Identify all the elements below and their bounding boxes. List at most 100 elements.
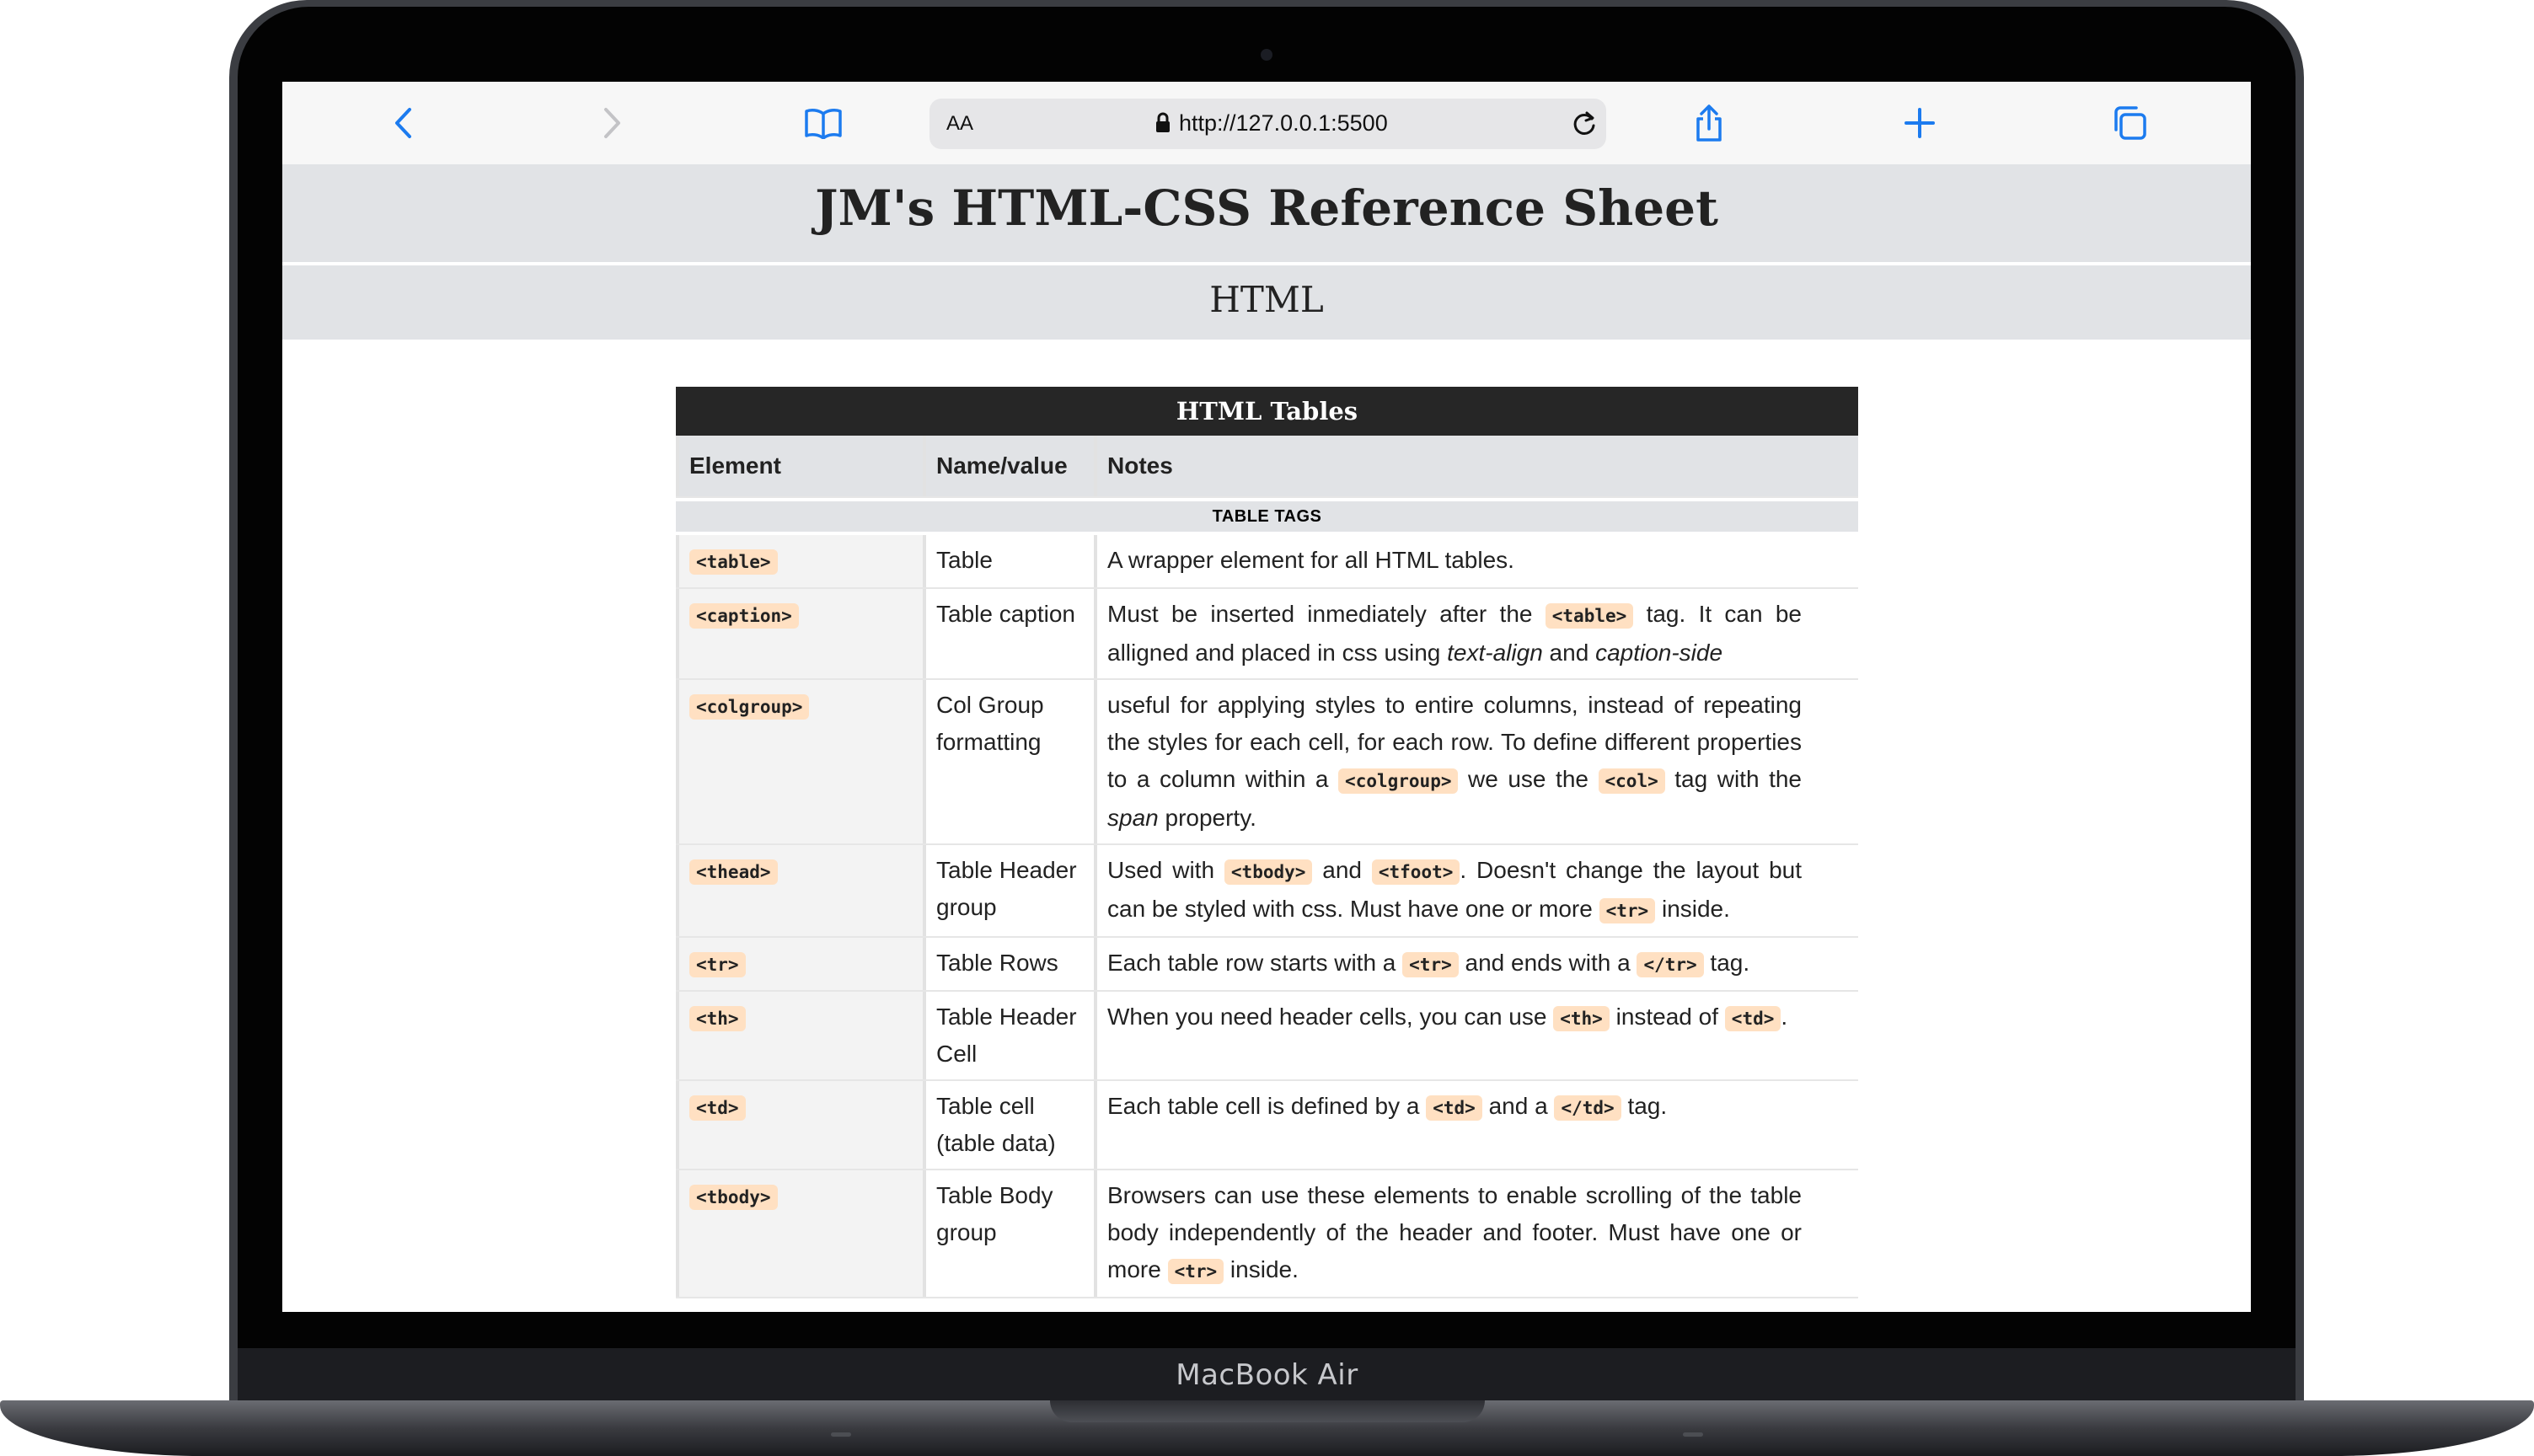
table-header-row: Element Name/value Notes xyxy=(676,436,1858,498)
camera xyxy=(1261,49,1272,61)
inline-code: <col> xyxy=(1598,768,1665,794)
inline-code: </tr> xyxy=(1637,952,1704,977)
notes-text: and xyxy=(1312,857,1372,883)
notes-text: A wrapper element for all HTML tables. xyxy=(1107,547,1514,573)
notes-text: and xyxy=(1542,640,1596,666)
inline-code: </td> xyxy=(1554,1095,1621,1121)
element-cell: <colgroup> xyxy=(676,680,926,843)
notes-cell: When you need header cells, you can use … xyxy=(1097,992,1858,1079)
notes-text: inside. xyxy=(1655,896,1730,922)
notes-cell: Must be inserted inmediately after the <… xyxy=(1097,589,1858,678)
element-cell: <table> xyxy=(676,535,926,587)
notes-cell: Each table cell is defined by a <td> and… xyxy=(1097,1081,1858,1169)
address-bar[interactable]: AA http://127.0.0.1:5500 xyxy=(929,99,1606,149)
table-row: <table> Table A wrapper element for all HT… xyxy=(676,535,1858,589)
notes-text: property. xyxy=(1158,805,1256,831)
emphasis-text: text-align xyxy=(1447,640,1543,666)
section-header: HTML xyxy=(282,265,2251,340)
name-cell: Table xyxy=(926,535,1097,587)
inline-code: <colgroup> xyxy=(1338,768,1459,794)
element-tag: <thead> xyxy=(689,859,778,885)
forward-icon[interactable] xyxy=(592,102,634,144)
reader-options-button[interactable]: AA xyxy=(946,112,973,136)
column-header-notes: Notes xyxy=(1097,436,1858,496)
table-row: <th> Table Header Cell When you need heade… xyxy=(676,992,1858,1081)
new-tab-icon[interactable] xyxy=(1899,102,1941,144)
inline-code: <tr> xyxy=(1599,898,1656,923)
url-text[interactable]: http://127.0.0.1:5500 xyxy=(1179,110,1388,136)
notes-text: When you need header cells, you can use xyxy=(1107,1004,1554,1030)
inline-code: <table> xyxy=(1545,603,1634,629)
notes-text: and ends with a xyxy=(1458,950,1637,976)
element-tag: <tbody> xyxy=(689,1185,778,1210)
name-cell: Table Body group xyxy=(926,1170,1097,1297)
notes-text: tag with the xyxy=(1664,766,1802,792)
hinge-notch xyxy=(1050,1400,1485,1422)
element-tag: <colgroup> xyxy=(689,694,810,720)
element-tag: <tr> xyxy=(689,952,746,977)
notes-text: tag. xyxy=(1703,950,1750,976)
element-cell: <caption> xyxy=(676,589,926,678)
element-cell: <td> xyxy=(676,1081,926,1169)
column-header-name: Name/value xyxy=(926,436,1097,496)
tabs-icon[interactable] xyxy=(2108,102,2151,144)
back-icon[interactable] xyxy=(382,102,424,144)
inline-code: <tr> xyxy=(1167,1259,1224,1284)
notes-text: Each table row starts with a xyxy=(1107,950,1403,976)
name-cell: Table caption xyxy=(926,589,1097,678)
table-caption: HTML Tables xyxy=(676,387,1858,436)
screen: AA http://127.0.0.1:5500 JM's HTML-CSS R… xyxy=(282,82,2251,1312)
table-subheading: TABLE TAGS xyxy=(676,498,1858,535)
emphasis-text: span xyxy=(1107,805,1159,831)
share-icon[interactable] xyxy=(1688,102,1730,144)
notes-text: inside. xyxy=(1224,1256,1299,1282)
notes-text: . xyxy=(1781,1004,1788,1030)
notes-text: and a xyxy=(1481,1093,1555,1119)
column-header-element: Element xyxy=(676,436,926,496)
reload-icon[interactable] xyxy=(1570,110,1599,138)
element-tag: <caption> xyxy=(689,603,799,629)
reference-table: HTML Tables Element Name/value Notes TAB… xyxy=(676,387,1858,1298)
notes-cell: Each table row starts with a <tr> and en… xyxy=(1097,938,1858,990)
table-row: <colgroup> Col Group formatting useful for… xyxy=(676,680,1858,845)
inline-code: <tbody> xyxy=(1224,859,1313,885)
inline-code: <td> xyxy=(1724,1006,1781,1031)
device-label: MacBook Air xyxy=(1176,1358,1358,1392)
base-foot xyxy=(1683,1432,1703,1437)
inline-code: <th> xyxy=(1553,1006,1610,1031)
page-header: JM's HTML-CSS Reference Sheet xyxy=(282,164,2251,265)
table-row: <caption> Table caption Must be inserted i… xyxy=(676,589,1858,680)
emphasis-text: caption-side xyxy=(1595,640,1723,666)
notes-cell: Used with <tbody> and <tfoot>. Doesn't c… xyxy=(1097,845,1858,936)
notes-text: Each table cell is defined by a xyxy=(1107,1093,1427,1119)
notes-text: Must be inserted inmediately after the xyxy=(1107,601,1546,627)
lock-icon xyxy=(1156,112,1170,132)
inline-code: <td> xyxy=(1426,1095,1482,1121)
inline-code: <tfoot> xyxy=(1371,859,1460,885)
section-title: HTML xyxy=(1209,279,1324,320)
notes-text: tag. xyxy=(1621,1093,1668,1119)
element-cell: <tr> xyxy=(676,938,926,990)
notes-text: Used with xyxy=(1107,857,1224,883)
element-tag: <th> xyxy=(689,1006,746,1031)
notes-text: we use the xyxy=(1458,766,1599,792)
element-tag: <table> xyxy=(689,549,778,575)
inline-code: <tr> xyxy=(1402,952,1459,977)
notes-cell: Browsers can use these elements to enabl… xyxy=(1097,1170,1858,1297)
notes-cell: useful for applying styles to entire col… xyxy=(1097,680,1858,843)
name-cell: Table cell (table data) xyxy=(926,1081,1097,1169)
element-tag: <td> xyxy=(689,1095,746,1121)
table-row: <tbody> Table Body group Browsers can use … xyxy=(676,1170,1858,1298)
element-cell: <tbody> xyxy=(676,1170,926,1297)
name-cell: Table Header Cell xyxy=(926,992,1097,1079)
table-body: <table> Table A wrapper element for all HT… xyxy=(676,535,1858,1298)
bookmarks-icon[interactable] xyxy=(802,102,844,144)
base-foot xyxy=(831,1432,851,1437)
table-row: <td> Table cell (table data) Each table ce… xyxy=(676,1081,1858,1170)
notes-text: instead of xyxy=(1609,1004,1725,1030)
table-row: <thead> Table Header group Used with <tbod… xyxy=(676,845,1858,938)
page-title: JM's HTML-CSS Reference Sheet xyxy=(815,179,1718,237)
element-cell: <thead> xyxy=(676,845,926,936)
name-cell: Table Header group xyxy=(926,845,1097,936)
table-row: <tr> Table Rows Each table row starts with… xyxy=(676,938,1858,992)
